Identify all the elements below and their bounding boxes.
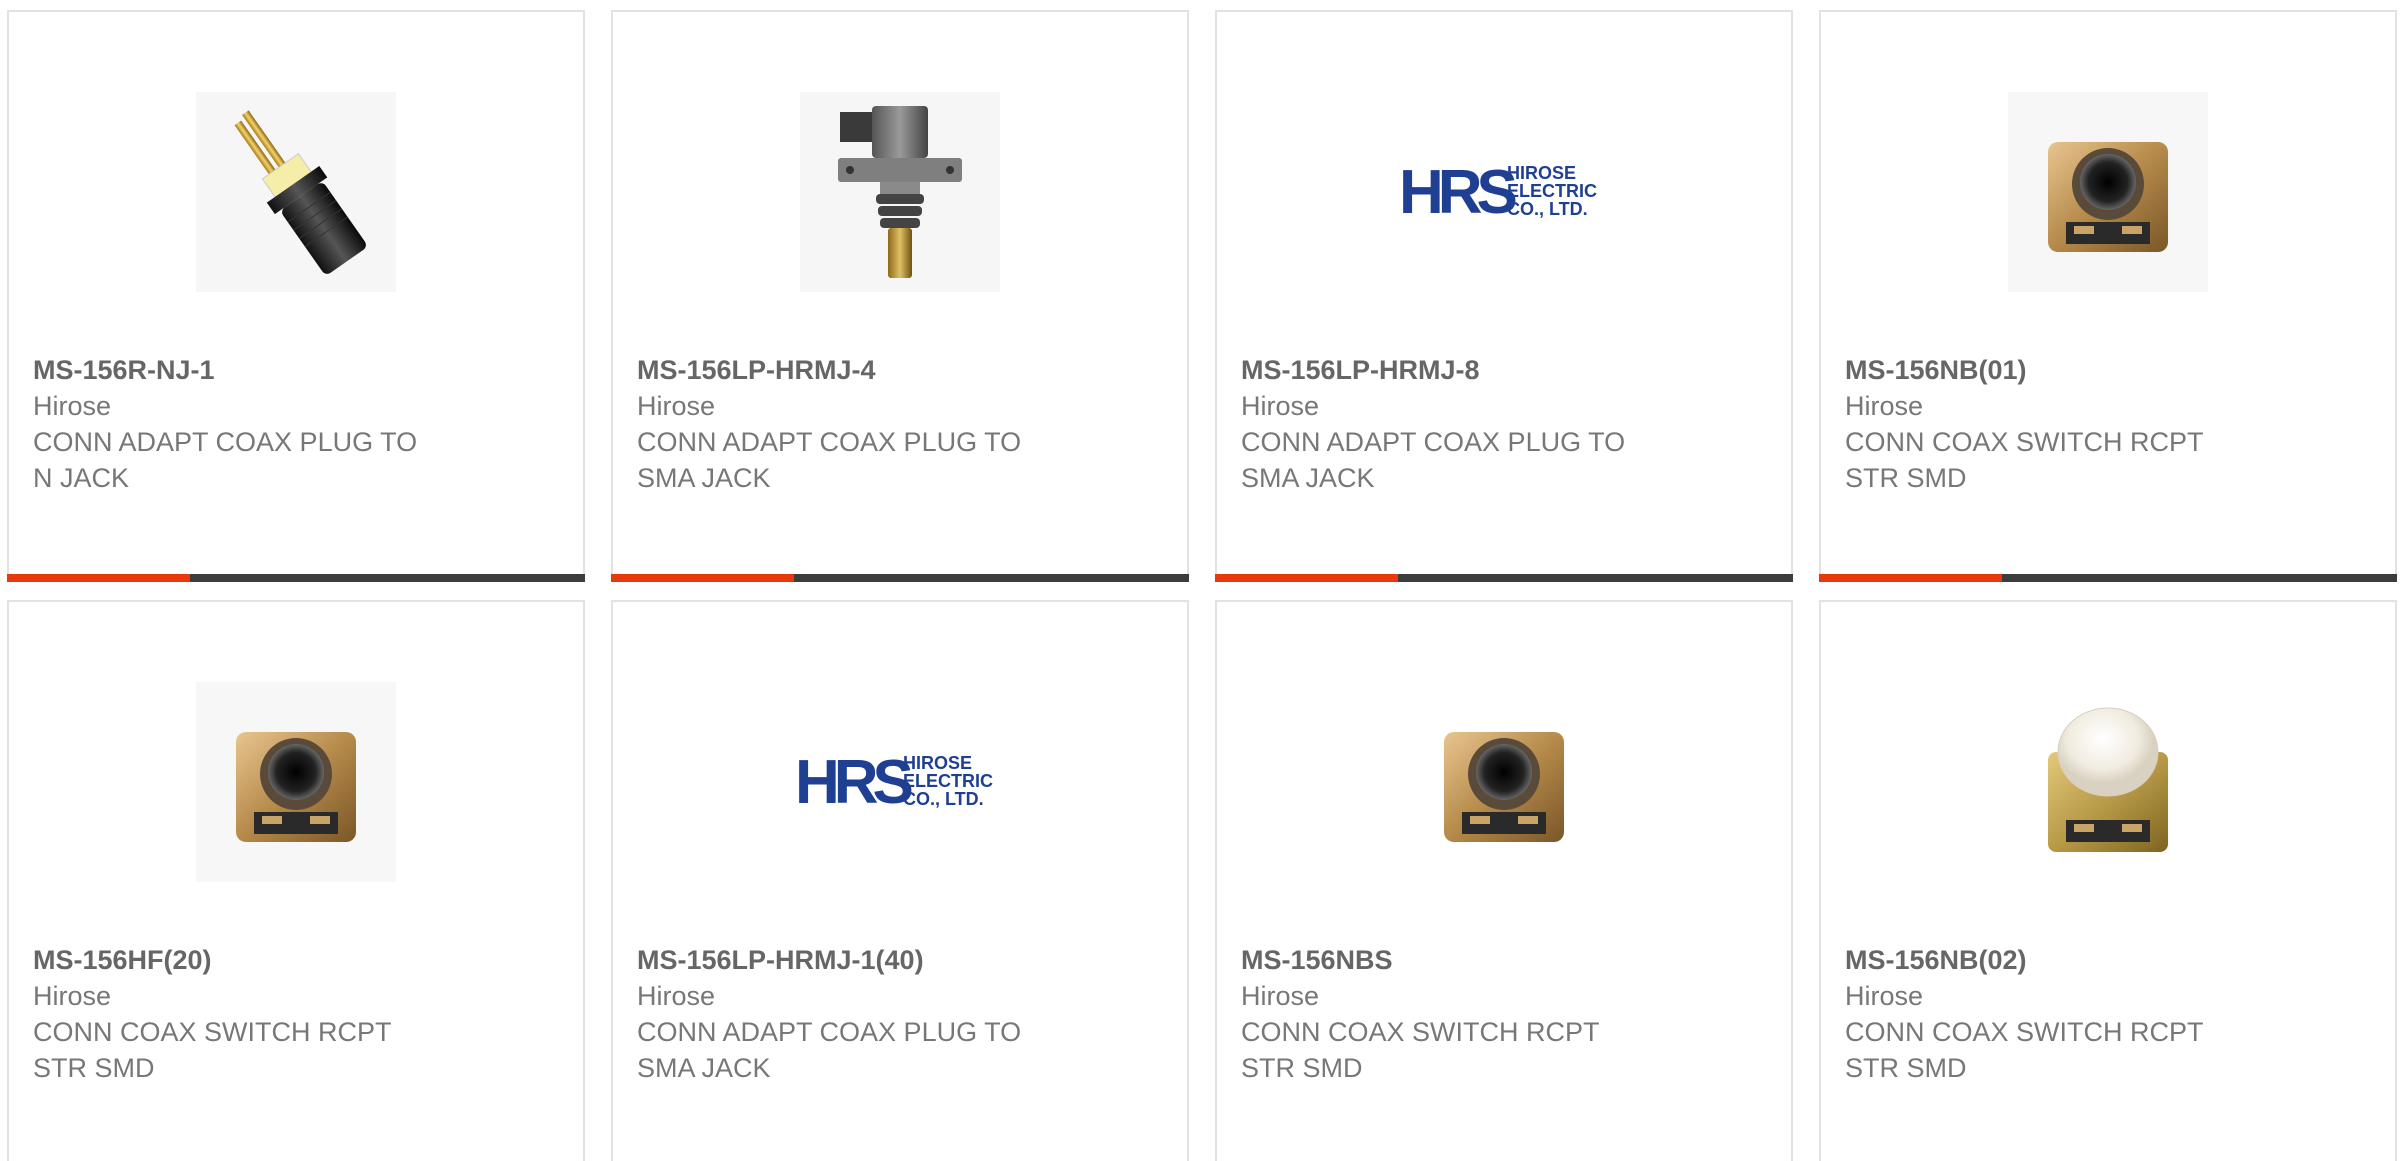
description-line: STR SMD (1845, 463, 1967, 493)
product-image[interactable] (613, 82, 1187, 302)
manufacturer: Hirose (33, 391, 112, 421)
product-info: MS-156LP-HRMJ-8 Hirose CONN ADAPT COAX P… (1241, 352, 1661, 496)
hirose-logo: HRS HIROSE ELECTRIC CO., LTD. (1399, 158, 1597, 227)
product-grid: MS-156R-NJ-1 Hirose CONN ADAPT COAX PLUG… (0, 0, 2400, 1161)
logo-text: HIROSE (903, 753, 972, 773)
product-card[interactable]: HRS HIROSE ELECTRIC CO., LTD. MS-156LP-H… (611, 600, 1189, 1161)
product-card[interactable]: MS-156NB(02) Hirose CONN COAX SWITCH RCP… (1819, 600, 2397, 1161)
product-info: MS-156HF(20) Hirose CONN COAX SWITCH RCP… (33, 942, 453, 1086)
description-line: STR SMD (33, 1053, 155, 1083)
description-line: CONN COAX SWITCH RCPT (33, 1017, 392, 1047)
product-image[interactable] (1217, 672, 1791, 892)
description-line: CONN COAX SWITCH RCPT (1845, 1017, 2204, 1047)
manufacturer: Hirose (1241, 391, 1320, 421)
description-line: SMA JACK (637, 463, 771, 493)
part-number-link[interactable]: MS-156LP-HRMJ-1(40) (637, 942, 1057, 978)
part-number-link[interactable]: MS-156LP-HRMJ-8 (1241, 352, 1661, 388)
product-image[interactable]: HRS HIROSE ELECTRIC CO., LTD. (613, 672, 1187, 892)
product-image[interactable] (9, 82, 583, 302)
description-line: CONN COAX SWITCH RCPT (1241, 1017, 1600, 1047)
logo-text: ELECTRIC (903, 771, 993, 791)
logo-text: ELECTRIC (1507, 181, 1597, 201)
description-line: STR SMD (1845, 1053, 1967, 1083)
hirose-logo: HRS HIROSE ELECTRIC CO., LTD. (795, 748, 993, 817)
description-line: CONN COAX SWITCH RCPT (1845, 427, 2204, 457)
logo-mark: HRS (795, 748, 912, 817)
card-accent (611, 574, 794, 582)
logo-text: CO., LTD. (903, 789, 984, 809)
logo-text: HIROSE (1507, 163, 1576, 183)
smd-switch-image (2008, 92, 2208, 292)
card-bottom-bar (7, 574, 585, 582)
sma-probe-adapter-image (800, 92, 1000, 292)
card-bottom-bar (1215, 574, 1793, 582)
part-number-link[interactable]: MS-156NB(01) (1845, 352, 2265, 388)
manufacturer: Hirose (33, 981, 112, 1011)
description-line: CONN ADAPT COAX PLUG TO (637, 1017, 1022, 1047)
manufacturer: Hirose (1241, 981, 1320, 1011)
logo-text: CO., LTD. (1507, 199, 1588, 219)
black-n-adapter-image (196, 92, 396, 292)
product-info: MS-156NBS Hirose CONN COAX SWITCH RCPT S… (1241, 942, 1661, 1086)
card-bottom-bar (1819, 574, 2397, 582)
description-line: SMA JACK (1241, 463, 1375, 493)
description-line: CONN ADAPT COAX PLUG TO (33, 427, 418, 457)
product-info: MS-156R-NJ-1 Hirose CONN ADAPT COAX PLUG… (33, 352, 453, 496)
description-line: STR SMD (1241, 1053, 1363, 1083)
product-image[interactable] (1821, 672, 2395, 892)
part-number-link[interactable]: MS-156NB(02) (1845, 942, 2265, 978)
logo-mark: HRS (1399, 158, 1516, 227)
product-card[interactable]: MS-156NB(01) Hirose CONN COAX SWITCH RCP… (1819, 10, 2397, 582)
card-accent (7, 574, 190, 582)
product-card[interactable]: MS-156HF(20) Hirose CONN COAX SWITCH RCP… (7, 600, 585, 1161)
product-card[interactable]: MS-156R-NJ-1 Hirose CONN ADAPT COAX PLUG… (7, 10, 585, 582)
product-card[interactable]: MS-156LP-HRMJ-4 Hirose CONN ADAPT COAX P… (611, 10, 1189, 582)
product-info: MS-156LP-HRMJ-4 Hirose CONN ADAPT COAX P… (637, 352, 1057, 496)
product-image[interactable] (1821, 82, 2395, 302)
card-bottom-bar (611, 574, 1189, 582)
description-line: SMA JACK (637, 1053, 771, 1083)
smd-switch-image (1404, 682, 1604, 882)
part-number-link[interactable]: MS-156HF(20) (33, 942, 453, 978)
product-image[interactable] (9, 672, 583, 892)
card-accent (1819, 574, 2002, 582)
description-line: CONN ADAPT COAX PLUG TO (1241, 427, 1626, 457)
description-line: N JACK (33, 463, 130, 493)
product-card[interactable]: MS-156NBS Hirose CONN COAX SWITCH RCPT S… (1215, 600, 1793, 1161)
manufacturer: Hirose (637, 391, 716, 421)
product-info: MS-156LP-HRMJ-1(40) Hirose CONN ADAPT CO… (637, 942, 1057, 1086)
manufacturer: Hirose (1845, 391, 1924, 421)
product-info: MS-156NB(02) Hirose CONN COAX SWITCH RCP… (1845, 942, 2265, 1086)
product-card[interactable]: HRS HIROSE ELECTRIC CO., LTD. MS-156LP-H… (1215, 10, 1793, 582)
smd-switch-image (196, 682, 396, 882)
product-image[interactable]: HRS HIROSE ELECTRIC CO., LTD. (1217, 82, 1791, 302)
part-number-link[interactable]: MS-156NBS (1241, 942, 1661, 978)
card-accent (1215, 574, 1398, 582)
part-number-link[interactable]: MS-156R-NJ-1 (33, 352, 453, 388)
part-number-link[interactable]: MS-156LP-HRMJ-4 (637, 352, 1057, 388)
manufacturer: Hirose (637, 981, 716, 1011)
description-line: CONN ADAPT COAX PLUG TO (637, 427, 1022, 457)
product-info: MS-156NB(01) Hirose CONN COAX SWITCH RCP… (1845, 352, 2265, 496)
smd-switch-capped-image (2008, 682, 2208, 882)
manufacturer: Hirose (1845, 981, 1924, 1011)
